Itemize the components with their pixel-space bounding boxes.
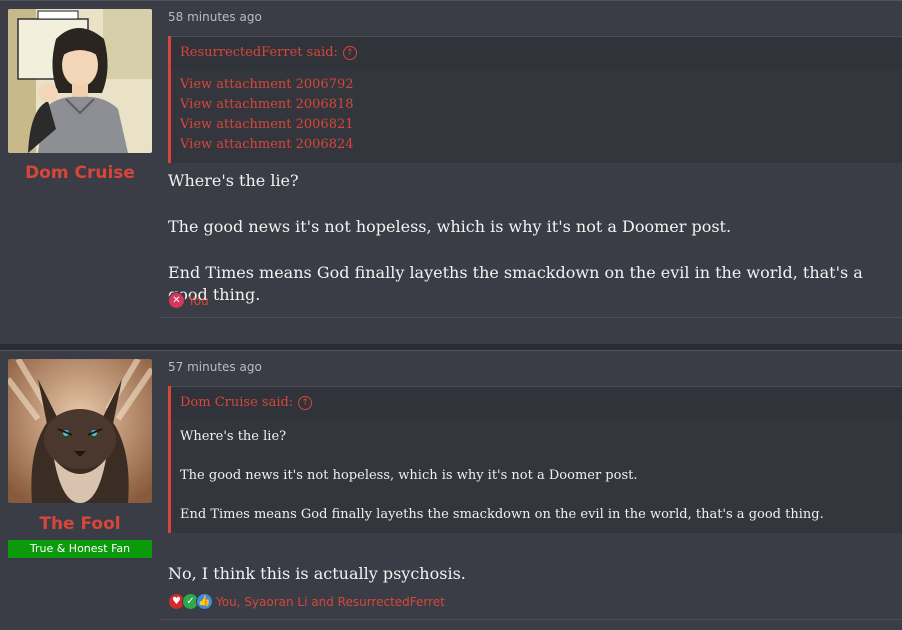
username[interactable]: Dom Cruise <box>0 163 160 183</box>
reactions-text[interactable]: You <box>188 294 209 308</box>
quote-text: The good news it's not hopeless, which i… <box>180 468 638 483</box>
post-footer-divider <box>160 619 902 620</box>
reactions-bar[interactable]: ♥ ✓ 👍 You, Syaoran Li and ResurrectedFer… <box>168 593 445 610</box>
user-title-badge: True & Honest Fan <box>8 540 152 558</box>
quote-block: ResurrectedFerret said: ↑ View attachment… <box>168 36 902 163</box>
quote-author: ResurrectedFerret said: <box>180 45 338 60</box>
message-paragraph: No, I think this is actually psychosis. <box>168 564 466 583</box>
x-reaction-icon: ✕ <box>168 292 185 309</box>
message-paragraph: Where's the lie? <box>168 171 299 190</box>
post: The Fool True & Honest Fan 57 minutes ag… <box>0 350 902 630</box>
quote-header[interactable]: ResurrectedFerret said: ↑ <box>171 36 902 69</box>
quote-header[interactable]: Dom Cruise said: ↑ <box>171 386 902 419</box>
arrow-up-circle-icon[interactable]: ↑ <box>298 395 313 410</box>
username[interactable]: The Fool <box>0 514 160 534</box>
post-message: Where's the lie? The good news it's not … <box>168 170 894 330</box>
arrow-up-circle-icon[interactable]: ↑ <box>342 45 357 60</box>
post-timestamp[interactable]: 58 minutes ago <box>168 10 262 24</box>
user-column: Dom Cruise <box>0 1 161 345</box>
post-timestamp[interactable]: 57 minutes ago <box>168 360 262 374</box>
avatar-image <box>8 359 152 503</box>
post-content: 57 minutes ago Dom Cruise said: ↑ Where's… <box>160 351 902 630</box>
message-paragraph: The good news it's not hopeless, which i… <box>168 217 732 236</box>
attachment-link[interactable]: View attachment 2006792 <box>180 75 893 95</box>
message-paragraph: End Times means God finally layeths the … <box>168 263 863 304</box>
thumbs-up-reaction-icon: 👍 <box>196 593 213 610</box>
attachment-link[interactable]: View attachment 2006821 <box>180 115 893 135</box>
quote-body: View attachment 2006792 View attachment … <box>171 69 902 163</box>
user-column: The Fool True & Honest Fan <box>0 351 161 630</box>
post-content: 58 minutes ago ResurrectedFerret said: ↑ … <box>160 1 902 345</box>
quote-body: Where's the lie? The good news it's not … <box>171 419 902 533</box>
attachment-link[interactable]: View attachment 2006824 <box>180 135 893 155</box>
quote-block: Dom Cruise said: ↑ Where's the lie? The g… <box>168 386 902 533</box>
post-footer-divider <box>160 317 902 318</box>
reactions-bar[interactable]: ✕ You <box>168 292 209 309</box>
post: Dom Cruise 58 minutes ago ResurrectedFer… <box>0 0 902 345</box>
quote-text: Where's the lie? <box>180 429 287 444</box>
avatar[interactable] <box>8 9 152 153</box>
avatar-image <box>8 9 152 153</box>
reactions-text[interactable]: You, Syaoran Li and ResurrectedFerret <box>216 595 445 609</box>
attachment-link[interactable]: View attachment 2006818 <box>180 95 893 115</box>
avatar[interactable] <box>8 359 152 503</box>
quote-text: End Times means God finally layeths the … <box>180 507 824 522</box>
quote-author: Dom Cruise said: <box>180 395 294 410</box>
